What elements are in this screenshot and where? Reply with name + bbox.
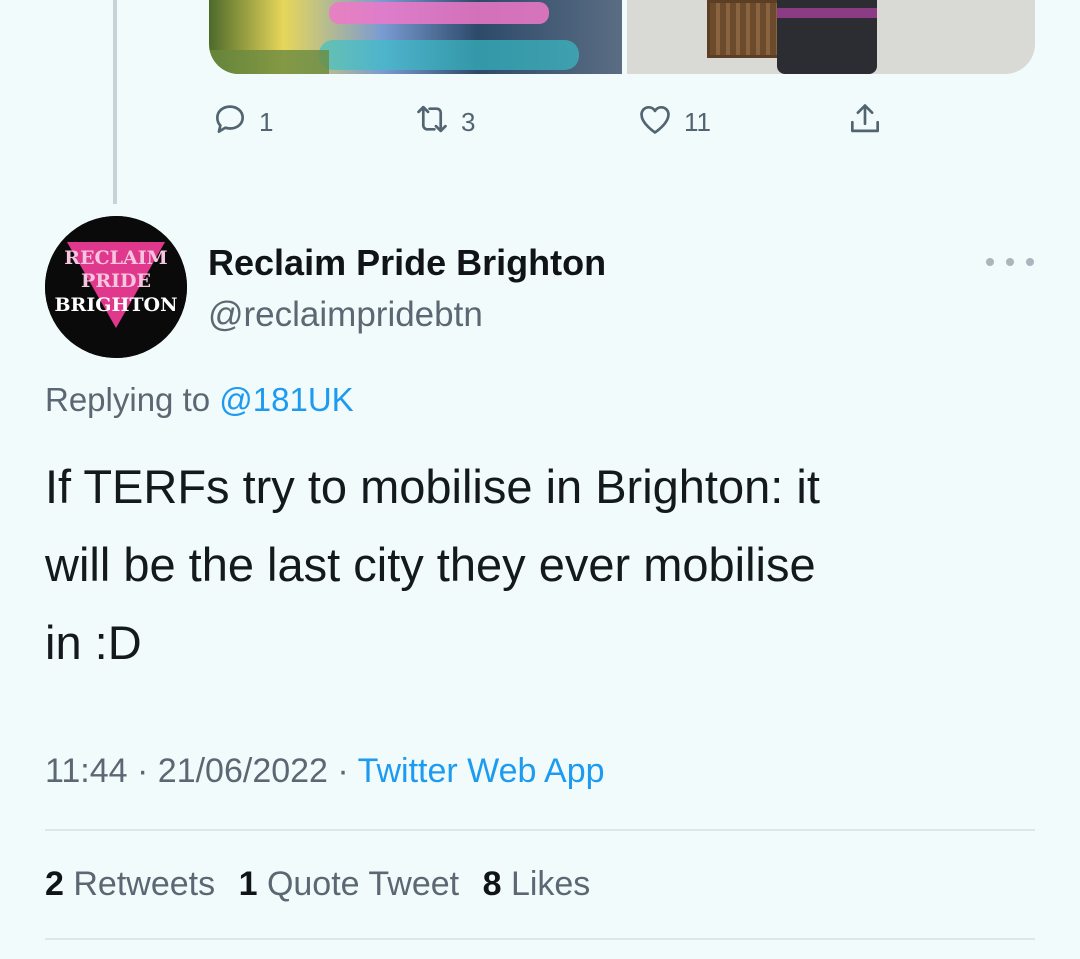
retweets-stat[interactable]: 2 Retweets <box>45 865 215 903</box>
tweet-source[interactable]: Twitter Web App <box>358 752 605 790</box>
tweet-stats: 2 Retweets 1 Quote Tweet 8 Likes <box>45 865 604 904</box>
tweet-date[interactable]: 21/06/2022 <box>158 752 328 790</box>
like-button[interactable]: 11 <box>636 102 711 142</box>
more-options-button[interactable] <box>986 250 1034 274</box>
media-image-graffiti[interactable] <box>209 0 622 74</box>
tweet-meta: 11:44 · 21/06/2022 · Twitter Web App <box>45 752 605 790</box>
replying-to-mention[interactable]: @181UK <box>219 381 353 418</box>
divider <box>45 829 1035 831</box>
like-icon <box>636 100 674 145</box>
tweet-page: 1 3 11 RECLAIM PRIDE BRIGHTON Reclaim Pr… <box>0 0 1080 959</box>
handle[interactable]: @reclaimpridebtn <box>208 295 483 335</box>
svg-text:RECLAIM: RECLAIM <box>64 247 167 269</box>
replying-to: Replying to @181UK <box>45 381 354 419</box>
tweet-text: If TERFs try to mobilise in Brighton: it… <box>45 460 820 669</box>
reply-count: 1 <box>259 106 274 137</box>
media-image-street[interactable] <box>627 0 1035 74</box>
avatar[interactable]: RECLAIM PRIDE BRIGHTON <box>45 216 187 358</box>
divider <box>45 938 1035 940</box>
like-count: 11 <box>684 106 711 137</box>
svg-text:PRIDE: PRIDE <box>81 270 151 292</box>
reply-icon <box>211 100 249 145</box>
share-icon <box>846 100 884 145</box>
tweet-time[interactable]: 11:44 <box>45 752 128 790</box>
previous-tweet-actions: 1 3 11 <box>0 102 1080 142</box>
retweet-count: 3 <box>461 106 476 137</box>
replying-prefix: Replying to <box>45 381 211 418</box>
previous-tweet-media[interactable] <box>209 0 1035 74</box>
retweet-button[interactable]: 3 <box>413 102 475 142</box>
reclaim-pride-logo: RECLAIM PRIDE BRIGHTON <box>45 216 187 358</box>
reply-button[interactable]: 1 <box>211 102 273 142</box>
quote-tweets-stat[interactable]: 1 Quote Tweet <box>239 865 460 903</box>
more-icon <box>986 258 994 266</box>
retweet-icon <box>413 100 451 145</box>
share-button[interactable] <box>846 102 884 142</box>
display-name[interactable]: Reclaim Pride Brighton <box>208 242 606 284</box>
svg-text:BRIGHTON: BRIGHTON <box>55 294 178 316</box>
likes-stat[interactable]: 8 Likes <box>483 865 591 903</box>
